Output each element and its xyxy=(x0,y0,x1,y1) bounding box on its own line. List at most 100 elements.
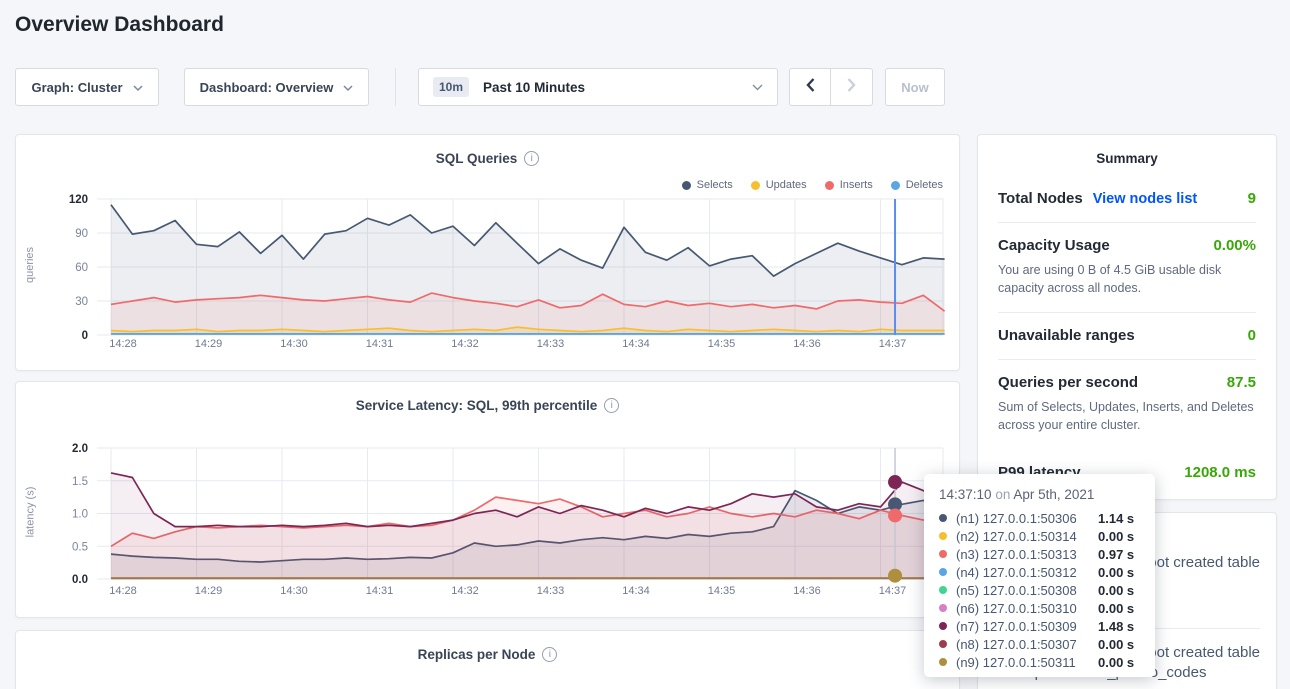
tooltip-node-value: 0.00 s xyxy=(1098,601,1134,616)
node-color-dot xyxy=(939,640,947,648)
summary-row-value: 87.5 xyxy=(1227,374,1256,391)
summary-row: Queries per second 87.5 Sum of Selects, Up… xyxy=(998,359,1256,449)
svg-text:14:32: 14:32 xyxy=(451,338,479,350)
chart-hover-tooltip: 14:37:10 on Apr 5th, 2021 (n1) 127.0.0.1… xyxy=(924,474,1155,677)
sql-queries-chart[interactable]: 14:2814:2914:3014:3114:3214:3314:3414:35… xyxy=(16,135,961,372)
service-latency-card: Service Latency: SQL, 99th percentile i … xyxy=(15,381,960,618)
view-nodes-list-link[interactable]: View nodes list xyxy=(1093,191,1198,207)
summary-row-value: 1208.0 ms xyxy=(1184,464,1256,481)
graph-dropdown-label: Graph: Cluster xyxy=(31,80,122,95)
tooltip-node-address: (n4) 127.0.0.1:50312 xyxy=(956,565,1098,580)
tooltip-row: (n8) 127.0.0.1:503070.00 s xyxy=(939,635,1140,653)
replicas-per-node-title-text: Replicas per Node xyxy=(418,647,536,662)
time-next-button[interactable] xyxy=(831,68,873,106)
svg-text:14:36: 14:36 xyxy=(793,338,821,350)
svg-text:90: 90 xyxy=(75,228,88,240)
tooltip-node-value: 1.48 s xyxy=(1098,619,1134,634)
svg-text:0.0: 0.0 xyxy=(72,574,88,586)
tooltip-row: (n4) 127.0.0.1:503120.00 s xyxy=(939,563,1140,581)
time-range-badge: 10m xyxy=(433,77,469,97)
tooltip-node-value: 0.00 s xyxy=(1098,529,1134,544)
summary-row: Unavailable ranges0 xyxy=(998,312,1256,359)
summary-row-description: Sum of Selects, Updates, Inserts, and De… xyxy=(998,398,1256,434)
node-color-dot xyxy=(939,514,947,522)
time-range-select[interactable]: 10m Past 10 Minutes xyxy=(418,68,778,106)
svg-text:14:31: 14:31 xyxy=(366,585,394,597)
chevron-right-icon xyxy=(847,78,856,97)
summary-row-value: 9 xyxy=(1248,190,1256,207)
now-button-label: Now xyxy=(901,80,928,95)
page-title: Overview Dashboard xyxy=(15,13,224,37)
chevron-down-icon xyxy=(133,78,143,96)
summary-row-label: Capacity Usage xyxy=(998,237,1110,254)
summary-row: Total NodesView nodes list9 xyxy=(998,176,1256,222)
svg-text:1.0: 1.0 xyxy=(72,509,88,521)
tooltip-node-address: (n7) 127.0.0.1:50309 xyxy=(956,619,1098,634)
svg-text:60: 60 xyxy=(75,262,88,274)
node-color-dot xyxy=(939,550,947,558)
dashboard-dropdown[interactable]: Dashboard: Overview xyxy=(184,68,369,106)
svg-text:14:28: 14:28 xyxy=(109,338,137,350)
summary-row-value: 0.00% xyxy=(1213,237,1256,254)
svg-text:14:30: 14:30 xyxy=(280,338,308,350)
tooltip-row: (n3) 127.0.0.1:503130.97 s xyxy=(939,545,1140,563)
summary-panel: Summary Total NodesView nodes list9Capac… xyxy=(977,134,1277,500)
tooltip-node-value: 0.00 s xyxy=(1098,565,1134,580)
tooltip-row: (n5) 127.0.0.1:503080.00 s xyxy=(939,581,1140,599)
svg-text:14:35: 14:35 xyxy=(708,338,736,350)
replicas-per-node-card: Replicas per Node i xyxy=(15,630,960,689)
node-color-dot xyxy=(939,568,947,576)
time-prev-button[interactable] xyxy=(789,68,831,106)
svg-text:0.5: 0.5 xyxy=(72,541,88,553)
svg-text:120: 120 xyxy=(69,194,88,206)
svg-text:14:31: 14:31 xyxy=(366,338,394,350)
tooltip-node-address: (n1) 127.0.0.1:50306 xyxy=(956,511,1098,526)
dashboard-dropdown-label: Dashboard: Overview xyxy=(200,80,334,95)
svg-text:14:33: 14:33 xyxy=(537,585,565,597)
node-color-dot xyxy=(939,586,947,594)
node-color-dot xyxy=(939,604,947,612)
tooltip-node-address: (n3) 127.0.0.1:50313 xyxy=(956,547,1098,562)
graph-dropdown[interactable]: Graph: Cluster xyxy=(15,68,159,106)
now-button[interactable]: Now xyxy=(885,68,945,106)
node-color-dot xyxy=(939,658,947,666)
svg-text:14:29: 14:29 xyxy=(195,585,223,597)
svg-text:14:35: 14:35 xyxy=(708,585,736,597)
tooltip-node-address: (n6) 127.0.0.1:50310 xyxy=(956,601,1098,616)
summary-row: Capacity Usage0.00%You are using 0 B of … xyxy=(998,222,1256,312)
chevron-down-icon xyxy=(752,78,763,96)
tooltip-node-value: 0.00 s xyxy=(1098,583,1134,598)
svg-text:14:37: 14:37 xyxy=(879,585,907,597)
tooltip-row: (n9) 127.0.0.1:503110.00 s xyxy=(939,653,1140,671)
svg-text:0: 0 xyxy=(82,330,88,342)
tooltip-timestamp: 14:37:10 on Apr 5th, 2021 xyxy=(939,487,1140,502)
svg-text:14:28: 14:28 xyxy=(109,585,137,597)
sql-queries-card: SQL Queries i SelectsUpdatesInsertsDelet… xyxy=(15,134,960,371)
tooltip-node-address: (n9) 127.0.0.1:50311 xyxy=(956,655,1098,670)
chevron-down-icon xyxy=(343,78,353,96)
tooltip-node-value: 0.00 s xyxy=(1098,655,1134,670)
svg-text:30: 30 xyxy=(75,296,88,308)
svg-text:14:29: 14:29 xyxy=(195,338,223,350)
svg-text:14:34: 14:34 xyxy=(622,585,650,597)
node-color-dot xyxy=(939,532,947,540)
svg-text:1.5: 1.5 xyxy=(72,476,88,488)
tooltip-row: (n7) 127.0.0.1:503091.48 s xyxy=(939,617,1140,635)
summary-title: Summary xyxy=(978,135,1276,176)
tooltip-row: (n2) 127.0.0.1:503140.00 s xyxy=(939,527,1140,545)
svg-text:14:34: 14:34 xyxy=(622,338,650,350)
tooltip-row: (n6) 127.0.0.1:503100.00 s xyxy=(939,599,1140,617)
svg-text:14:32: 14:32 xyxy=(451,585,479,597)
summary-row-label: Queries per second xyxy=(998,374,1138,391)
service-latency-chart[interactable]: 14:28 14:29 14:30 14:31 14:32 14:33 14:34 14:35… xyxy=(16,382,961,619)
svg-text:2.0: 2.0 xyxy=(72,443,88,455)
tooltip-node-address: (n5) 127.0.0.1:50308 xyxy=(956,583,1098,598)
svg-text:14:30: 14:30 xyxy=(280,585,308,597)
tooltip-node-value: 0.00 s xyxy=(1098,637,1134,652)
chevron-left-icon xyxy=(806,78,815,97)
info-icon[interactable]: i xyxy=(542,647,557,662)
tooltip-node-value: 1.14 s xyxy=(1098,511,1134,526)
svg-text:14:37: 14:37 xyxy=(879,338,907,350)
tooltip-row: (n1) 127.0.0.1:503061.14 s xyxy=(939,509,1140,527)
tooltip-node-address: (n8) 127.0.0.1:50307 xyxy=(956,637,1098,652)
